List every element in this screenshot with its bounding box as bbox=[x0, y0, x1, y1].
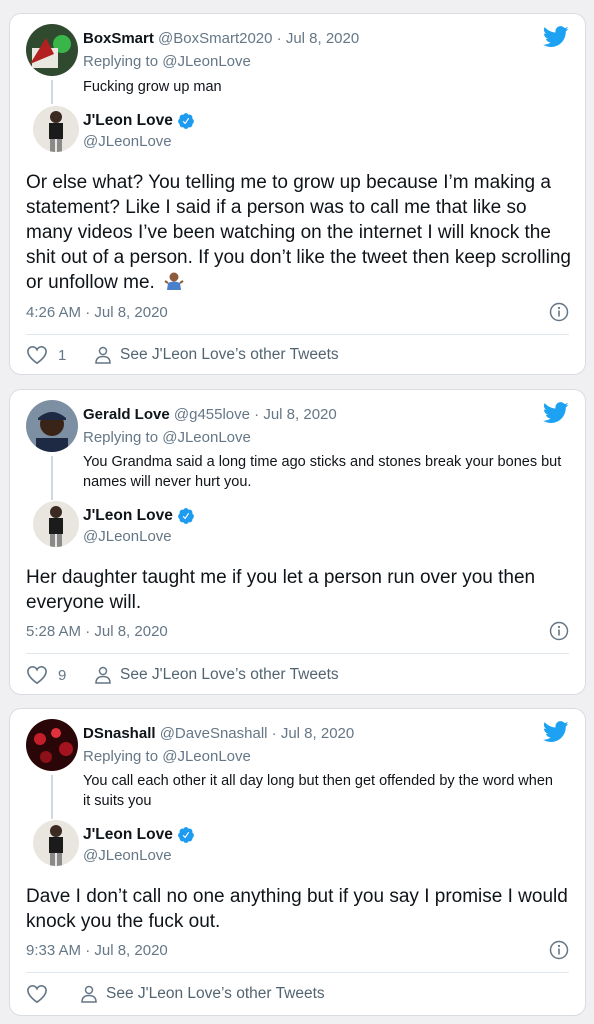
reply-author-name[interactable]: DSnashall bbox=[83, 725, 156, 742]
main-author-handle[interactable]: @JLeonLove bbox=[83, 133, 195, 150]
other-tweets-link[interactable]: See J'Leon Love’s other Tweets bbox=[106, 985, 325, 1003]
other-tweets-link[interactable]: See J'Leon Love’s other Tweets bbox=[120, 346, 339, 364]
thread-line bbox=[51, 80, 53, 104]
tweet-actions: See J'Leon Love’s other Tweets bbox=[26, 984, 325, 1004]
verified-badge-icon bbox=[177, 113, 194, 129]
tweet-timestamp[interactable]: 4:26 AM · Jul 8, 2020 bbox=[26, 304, 168, 321]
replying-to: Replying to @JLeonLove bbox=[83, 429, 251, 446]
main-author-block: J'Leon Love @JLeonLove bbox=[83, 112, 195, 150]
main-avatar[interactable] bbox=[33, 106, 79, 152]
main-author-row: J'Leon Love @JLeonLove bbox=[10, 820, 585, 870]
reply-header: BoxSmart @BoxSmart2020 · Jul 8, 2020 bbox=[83, 30, 359, 47]
replying-prefix: Replying to bbox=[83, 429, 163, 446]
heart-icon[interactable] bbox=[26, 665, 48, 685]
divider bbox=[26, 653, 569, 654]
divider bbox=[26, 334, 569, 335]
verified-badge-icon bbox=[177, 508, 194, 524]
heart-icon[interactable] bbox=[26, 984, 48, 1004]
like-count: 9 bbox=[58, 666, 67, 684]
reply-text: You call each other it all day long but … bbox=[83, 773, 553, 809]
reply-author-handle[interactable]: @g455love bbox=[174, 406, 250, 423]
replying-handle-link[interactable]: @JLeonLove bbox=[162, 53, 251, 70]
main-author-block: J'Leon Love @JLeonLove bbox=[83, 826, 195, 864]
other-tweets-link[interactable]: See J'Leon Love’s other Tweets bbox=[120, 666, 339, 684]
replying-handle-link[interactable]: @JLeonLove bbox=[162, 429, 251, 446]
info-icon[interactable] bbox=[549, 302, 569, 322]
reply-avatar[interactable] bbox=[26, 24, 78, 76]
main-author-block: J'Leon Love @JLeonLove bbox=[83, 507, 195, 545]
reply-avatar[interactable] bbox=[26, 719, 78, 771]
replying-to: Replying to @JLeonLove bbox=[83, 53, 251, 70]
reply-author-name[interactable]: BoxSmart bbox=[83, 30, 154, 47]
divider bbox=[26, 972, 569, 973]
replying-to: Replying to @JLeonLove bbox=[83, 748, 251, 765]
info-icon[interactable] bbox=[549, 940, 569, 960]
tweet-actions: 1 See J'Leon Love’s other Tweets bbox=[26, 345, 339, 365]
tweet-actions: 9 See J'Leon Love’s other Tweets bbox=[26, 665, 339, 685]
info-icon[interactable] bbox=[549, 621, 569, 641]
person-icon bbox=[81, 985, 97, 1003]
tweet-text: Or else what? You telling me to grow up … bbox=[26, 170, 574, 295]
reply-author-name[interactable]: Gerald Love bbox=[83, 406, 170, 423]
main-avatar[interactable] bbox=[33, 501, 79, 547]
main-author-name-row: J'Leon Love bbox=[83, 826, 195, 844]
person-icon bbox=[95, 666, 111, 684]
reply-date[interactable]: · Jul 8, 2020 bbox=[254, 406, 337, 423]
main-author-name[interactable]: J'Leon Love bbox=[83, 507, 173, 525]
twitter-bird-icon[interactable] bbox=[543, 721, 569, 743]
replying-prefix: Replying to bbox=[83, 53, 163, 70]
thread-line bbox=[51, 775, 53, 819]
main-author-name-row: J'Leon Love bbox=[83, 507, 195, 525]
main-author-name[interactable]: J'Leon Love bbox=[83, 826, 173, 844]
tweet-card-2: Gerald Love @g455love · Jul 8, 2020 Repl… bbox=[9, 389, 586, 695]
person-shrugging-emoji bbox=[164, 272, 184, 290]
main-author-name-row: J'Leon Love bbox=[83, 112, 195, 130]
twitter-bird-icon[interactable] bbox=[543, 26, 569, 48]
reply-text: Fucking grow up man bbox=[83, 79, 222, 95]
like-count: 1 bbox=[58, 346, 67, 364]
main-author-handle[interactable]: @JLeonLove bbox=[83, 847, 195, 864]
tweet-card-3: DSnashall @DaveSnashall · Jul 8, 2020 Re… bbox=[9, 708, 586, 1016]
main-avatar[interactable] bbox=[33, 820, 79, 866]
reply-author-handle[interactable]: @BoxSmart2020 bbox=[158, 30, 272, 47]
reply-header: DSnashall @DaveSnashall · Jul 8, 2020 bbox=[83, 725, 354, 742]
reply-header: Gerald Love @g455love · Jul 8, 2020 bbox=[83, 406, 337, 423]
reply-author-handle[interactable]: @DaveSnashall bbox=[160, 725, 268, 742]
main-author-row: J'Leon Love @JLeonLove bbox=[10, 501, 585, 551]
replying-handle-link[interactable]: @JLeonLove bbox=[162, 748, 251, 765]
main-author-row: J'Leon Love @JLeonLove bbox=[10, 106, 585, 156]
heart-icon[interactable] bbox=[26, 345, 48, 365]
tweet-timestamp[interactable]: 5:28 AM · Jul 8, 2020 bbox=[26, 623, 168, 640]
reply-text: You Grandma said a long time ago sticks … bbox=[83, 454, 562, 490]
reply-avatar[interactable] bbox=[26, 400, 78, 452]
main-author-name[interactable]: J'Leon Love bbox=[83, 112, 173, 130]
tweet-text-content: Or else what? You telling me to grow up … bbox=[26, 172, 571, 293]
tweet-text: Her daughter taught me if you let a pers… bbox=[26, 567, 536, 613]
replying-prefix: Replying to bbox=[83, 748, 163, 765]
tweet-card-1: BoxSmart @BoxSmart2020 · Jul 8, 2020 Rep… bbox=[9, 13, 586, 375]
reply-date[interactable]: · Jul 8, 2020 bbox=[277, 30, 360, 47]
verified-badge-icon bbox=[177, 827, 194, 843]
reply-date[interactable]: · Jul 8, 2020 bbox=[272, 725, 355, 742]
thread-line bbox=[51, 456, 53, 500]
main-author-handle[interactable]: @JLeonLove bbox=[83, 528, 195, 545]
tweet-text: Dave I don’t call no one anything but if… bbox=[26, 886, 568, 932]
person-icon bbox=[95, 346, 111, 364]
tweet-timestamp[interactable]: 9:33 AM · Jul 8, 2020 bbox=[26, 942, 168, 959]
twitter-bird-icon[interactable] bbox=[543, 402, 569, 424]
